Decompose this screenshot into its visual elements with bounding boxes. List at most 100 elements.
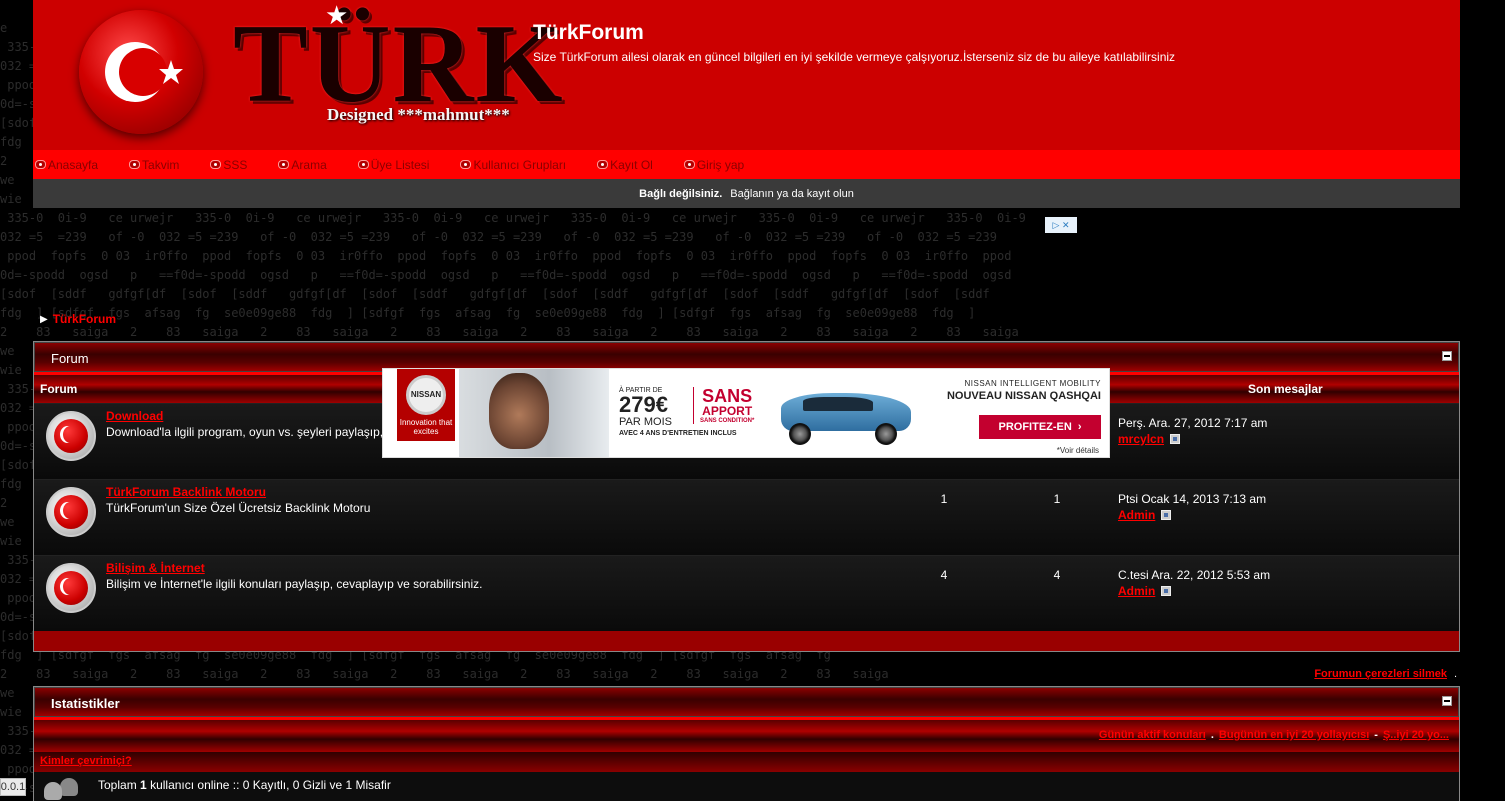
calendar-icon xyxy=(129,160,141,169)
members-icon xyxy=(357,160,369,169)
car-window xyxy=(803,397,873,411)
ad-person-face xyxy=(489,373,549,449)
last-post-date: Ptsi Ocak 14, 2013 7:13 am xyxy=(1118,492,1267,506)
search-icon xyxy=(278,160,290,169)
forum-description: Download'la ilgili program, oyun vs. şey… xyxy=(106,425,384,439)
ad-brand-logo: NISSAN Innovation that excites xyxy=(397,369,455,441)
ad-person-image xyxy=(459,369,609,457)
nav-item-label: Anasayfa xyxy=(48,157,99,172)
nav-item-label: Kayıt Ol xyxy=(610,157,653,172)
main-nav: Anasayfa Takvim SSS Arama Üye Listesi Ku… xyxy=(33,150,1460,179)
last-post-author-name: mrcylcn xyxy=(1118,432,1165,446)
collapse-icon[interactable] xyxy=(1442,696,1452,706)
car-wheel xyxy=(875,423,897,445)
nav-item-calendar[interactable]: Takvim xyxy=(129,158,179,172)
nav-item-label: Arama xyxy=(291,157,327,172)
last-post-date: Perş. Ara. 27, 2012 7:17 am xyxy=(1118,416,1268,430)
site-header: TÜRK ★ Designed ***mahmut*** TürkForum S… xyxy=(33,0,1460,150)
stats-links: Günün aktif konuları. Bugünün en iyi 20 y… xyxy=(1099,729,1449,741)
separator-dot: . xyxy=(1210,729,1214,741)
login-status-bar: Bağlı değilsiniz. Bağlanın ya da kayıt o… xyxy=(33,179,1460,208)
page-wrapper: TÜRK ★ Designed ***mahmut*** TürkForum S… xyxy=(33,0,1460,208)
ad-sans-line-3: SANS CONDITION* xyxy=(700,418,755,424)
online-users-row: Toplam 1 kullanıcı online :: 0 Kayıtlı, … xyxy=(34,772,1459,801)
user-silhouette xyxy=(44,782,62,800)
separator-dot: . xyxy=(1453,668,1457,680)
ad-cta-button[interactable]: PROFITEZ-EN › xyxy=(979,415,1101,439)
ad-headline: NISSAN INTELLIGENT MOBILITY NOUVEAU NISS… xyxy=(921,379,1101,402)
nav-item-faq[interactable]: SSS xyxy=(210,158,247,172)
goto-post-icon[interactable] xyxy=(1161,510,1172,520)
stats-box: Istatistikler Günün aktif konuları. Bugün… xyxy=(33,686,1460,801)
last-post-author-name: Admin xyxy=(1118,508,1156,522)
site-title: TürkForum xyxy=(533,21,644,44)
stats-link-active-topics[interactable]: Günün aktif konuları xyxy=(1099,729,1206,741)
register-icon xyxy=(597,160,609,169)
forum-title-link[interactable]: Bilişim & İnternet xyxy=(106,561,205,575)
posts-count: 4 xyxy=(1053,568,1061,582)
online-summary: Toplam 1 kullanıcı online :: 0 Kayıtlı, … xyxy=(98,778,391,792)
topics-count: 4 xyxy=(940,568,948,582)
browser-status-fragment: 0.0.1 xyxy=(0,778,26,796)
groups-icon xyxy=(460,160,472,169)
last-post-author[interactable]: Admin xyxy=(1118,584,1172,598)
ad-footnote: *Voir détails xyxy=(1056,446,1099,455)
online-suffix: kullanıcı online :: 0 Kayıtlı, 0 Gizli v… xyxy=(150,778,391,792)
user-silhouette xyxy=(60,778,78,796)
car-image xyxy=(775,377,915,449)
ad-banner[interactable]: NISSAN Innovation that excites À PARTIR … xyxy=(382,368,1110,458)
nav-item-groups[interactable]: Kullanıcı Grupları xyxy=(460,158,566,172)
nav-item-home[interactable]: Anasayfa xyxy=(35,158,98,172)
last-post-author-name: Admin xyxy=(1118,584,1156,598)
nav-item-label: Giriş yap xyxy=(696,157,745,172)
who-online-row: Kimler çevrimiçi? xyxy=(34,752,1459,772)
ad-price-note: AVEC 4 ANS D'ENTRETIEN INCLUS xyxy=(619,430,737,437)
forum-row: Bilişim & İnternet Bilişim ve İnternet'l… xyxy=(34,555,1459,631)
last-post-author[interactable]: Admin xyxy=(1118,508,1172,522)
stats-box-title: Istatistikler xyxy=(51,696,120,711)
login-status: Bağlı değilsiniz. xyxy=(639,187,723,200)
breadcrumb-home-link[interactable]: TürkForum xyxy=(53,312,116,326)
ad-model: NOUVEAU NISSAN QASHQAI xyxy=(946,390,1101,402)
delete-cookies-link[interactable]: Forumun çerezleri silmek xyxy=(1314,668,1447,680)
collapse-icon[interactable] xyxy=(1442,351,1452,361)
breadcrumb: ▶ TürkForum xyxy=(40,312,116,326)
stats-link-top-posters-today[interactable]: Bugünün en iyi 20 yollayıcısı xyxy=(1219,729,1369,741)
site-logo[interactable]: TÜRK ★ Designed ***mahmut*** xyxy=(63,0,563,150)
who-online-link[interactable]: Kimler çevrimiçi? xyxy=(40,755,132,767)
logo-designed-by: Designed ***mahmut*** xyxy=(327,105,510,124)
nav-item-register[interactable]: Kayıt Ol xyxy=(597,158,653,172)
nav-item-members[interactable]: Üye Listesi xyxy=(357,158,429,172)
star-icon: ★ xyxy=(325,0,349,30)
forum-title-link[interactable]: Download xyxy=(106,409,163,423)
users-icon xyxy=(44,776,84,801)
nav-item-login[interactable]: Giriş yap xyxy=(683,157,745,172)
topics-count: 1 xyxy=(940,492,948,506)
column-forum: Forum xyxy=(40,382,78,396)
login-register-link[interactable]: Bağlanın ya da kayıt olun xyxy=(730,188,854,200)
ad-sans-line-1: SANS xyxy=(702,386,753,406)
login-icon xyxy=(683,160,695,169)
forum-title-link[interactable]: TürkForum Backlink Motoru xyxy=(106,485,266,499)
ad-sans-apport: SANS APPORT SANS CONDITION* xyxy=(693,387,754,424)
online-count: 1 xyxy=(140,778,147,792)
goto-post-icon[interactable] xyxy=(1161,586,1172,596)
nav-item-search[interactable]: Arama xyxy=(278,157,327,172)
last-post-author[interactable]: mrcylcn xyxy=(1118,432,1181,446)
stats-links-row: Günün aktif konuları. Bugünün en iyi 20 y… xyxy=(34,720,1459,752)
forum-description: TürkForum'un Size Özel Ücretsiz Backlink… xyxy=(106,501,371,515)
stats-link-top-posters[interactable]: Ş..iyi 20 yo... xyxy=(1383,729,1449,741)
forum-box-footer xyxy=(34,631,1459,651)
separator-dot: - xyxy=(1374,729,1378,741)
ad-cta-label: PROFITEZ-EN xyxy=(998,421,1072,433)
turkish-flag-icon xyxy=(79,10,203,134)
adchoices-icon[interactable]: ▷ ✕ xyxy=(1045,217,1077,233)
faq-icon xyxy=(210,160,222,169)
forum-status-icon xyxy=(46,411,96,461)
forum-row: TürkForum Backlink Motoru TürkForum'un S… xyxy=(34,479,1459,555)
forum-description: Bilişim ve İnternet'le ilgili konuları p… xyxy=(106,577,483,591)
car-wheel xyxy=(789,423,811,445)
forum-status-icon xyxy=(46,487,96,537)
goto-post-icon[interactable] xyxy=(1170,434,1181,444)
ad-brand-wordmark: NISSAN xyxy=(406,374,446,415)
